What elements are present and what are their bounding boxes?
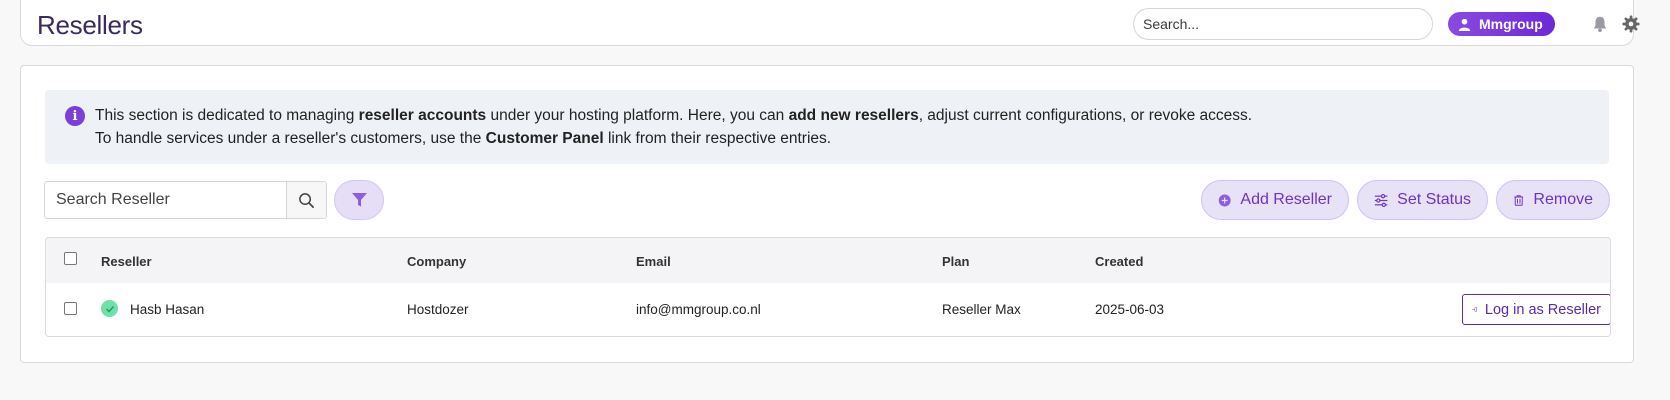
global-search-input[interactable] (1133, 8, 1433, 40)
column-header-reseller[interactable]: Reseller (101, 254, 152, 269)
reseller-company: Hostdozer (407, 302, 469, 317)
column-header-company[interactable]: Company (407, 254, 466, 269)
set-status-button[interactable]: Set Status (1357, 180, 1488, 220)
reseller-created-date: 2025-06-03 (1095, 302, 1165, 317)
add-reseller-button[interactable]: Add Reseller (1201, 180, 1349, 220)
info-text-line-1: This section is dedicated to managing re… (95, 107, 1253, 124)
login-as-reseller-button[interactable]: Log in as Reseller (1462, 294, 1610, 325)
user-icon (1458, 18, 1471, 31)
row-checkbox[interactable] (64, 302, 77, 315)
sign-in-icon (1472, 307, 1477, 312)
search-button[interactable] (286, 182, 326, 218)
resellers-table: Reseller Company Email Plan Created Hasb… (45, 237, 1611, 337)
reseller-plan: Reseller Max (942, 302, 1021, 317)
trash-icon (1514, 194, 1524, 206)
filter-icon (351, 193, 367, 207)
reseller-email: info@mmgroup.co.nl (636, 302, 761, 317)
bell-icon[interactable] (1591, 15, 1609, 33)
reseller-name: Hasb Hasan (130, 302, 205, 317)
page-header: Resellers Mmgroup (20, 0, 1640, 46)
search-icon (299, 192, 314, 208)
column-header-email[interactable]: Email (636, 254, 671, 269)
page-title: Resellers (37, 10, 143, 40)
info-icon: i (65, 106, 85, 126)
info-notice: i This section is dedicated to managing … (45, 90, 1609, 164)
plus-circle-icon (1218, 194, 1231, 206)
filter-button[interactable] (334, 180, 384, 220)
column-header-created[interactable]: Created (1095, 254, 1143, 269)
resellers-panel: i This section is dedicated to managing … (20, 65, 1634, 363)
table-row: Hasb Hasan Hostdozer info@mmgroup.co.nl … (46, 283, 1610, 336)
add-reseller-label: Add Reseller (1240, 191, 1332, 208)
reseller-search-input[interactable] (45, 182, 286, 218)
select-all-checkbox[interactable] (64, 252, 77, 265)
gear-icon[interactable] (1622, 15, 1640, 33)
check-circle-icon (101, 300, 118, 317)
remove-label: Remove (1533, 191, 1593, 208)
user-name: Mmgroup (1479, 16, 1543, 32)
info-text-line-2: To handle services under a reseller's cu… (95, 130, 832, 147)
user-menu-button[interactable]: Mmgroup (1448, 12, 1555, 36)
sliders-icon (1374, 193, 1388, 207)
column-header-plan[interactable]: Plan (942, 254, 969, 269)
reseller-search-group (44, 181, 327, 219)
set-status-label: Set Status (1397, 191, 1471, 208)
login-as-reseller-label: Log in as Reseller (1484, 301, 1601, 318)
remove-button[interactable]: Remove (1496, 180, 1610, 220)
table-header: Reseller Company Email Plan Created (46, 238, 1610, 283)
